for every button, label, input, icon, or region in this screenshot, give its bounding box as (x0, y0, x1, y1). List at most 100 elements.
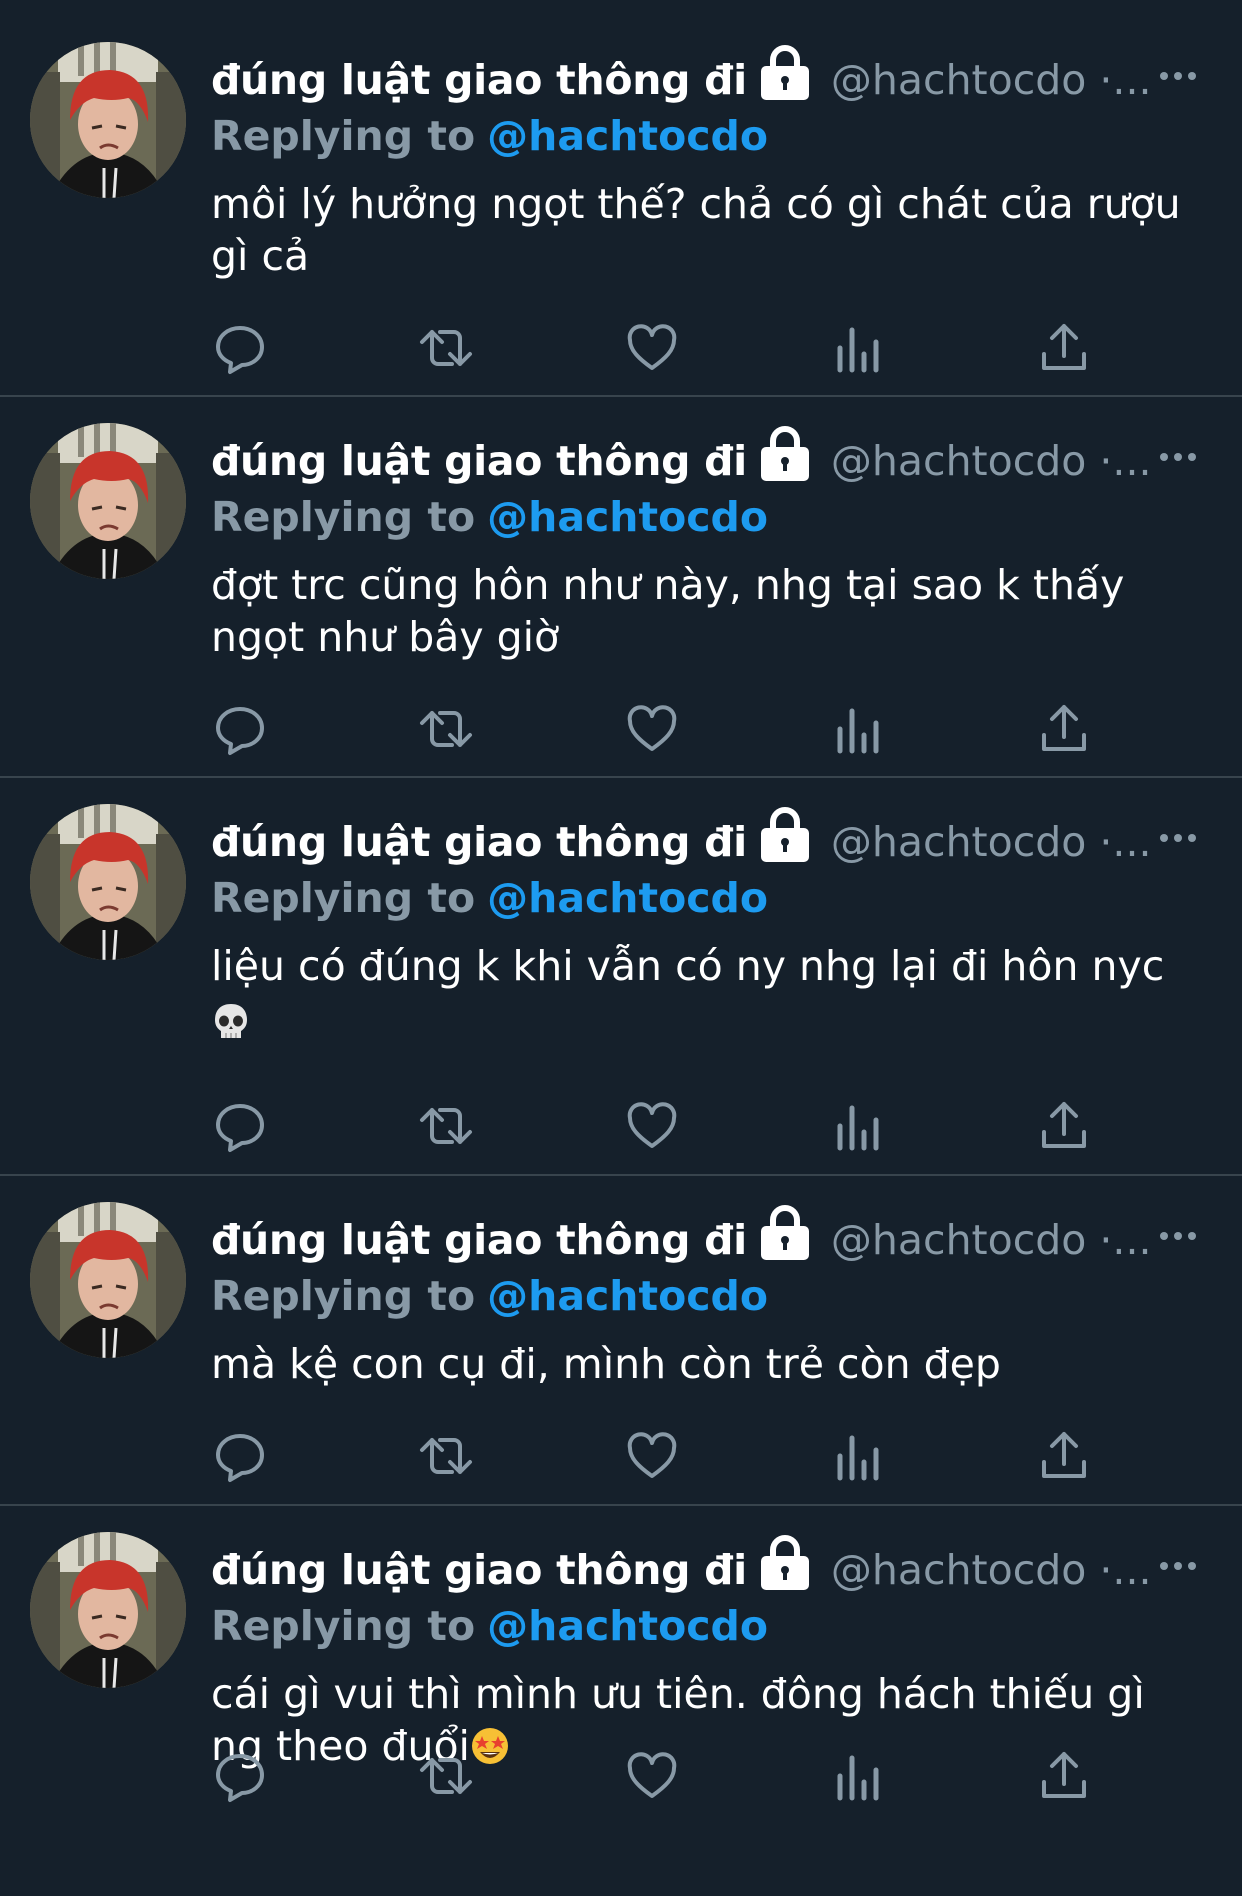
tweet-header: đúng luật giao thông đi @hachtocdo ·... (211, 1205, 1222, 1270)
analytics-button[interactable] (830, 1748, 886, 1804)
replying-to-label: Replying to (211, 874, 476, 922)
skull-emoji (211, 1002, 251, 1042)
more-icon[interactable] (1158, 1230, 1198, 1242)
display-name[interactable]: đúng luật giao thông đi (211, 56, 747, 104)
share-button[interactable] (1036, 1098, 1092, 1154)
heart-icon (627, 324, 677, 370)
heart-icon (627, 705, 677, 751)
reply-button[interactable] (212, 1748, 268, 1804)
retweet-button[interactable] (418, 1428, 474, 1484)
replying-to-handle[interactable]: @hachtocdo (487, 112, 768, 160)
lock-icon (757, 804, 813, 864)
tweet-text: đợt trc cũng hôn như này, nhg tại sao k … (211, 559, 1202, 663)
tweet-header: đúng luật giao thông đi @hachtocdo ·... (211, 45, 1222, 110)
analytics-button[interactable] (830, 1428, 886, 1484)
reply-button[interactable] (212, 320, 268, 376)
username-handle[interactable]: @hachtocdo ·... (831, 1546, 1152, 1594)
avatar[interactable] (30, 1532, 186, 1688)
tweet[interactable]: đúng luật giao thông đi @hachtocdo ·... … (0, 397, 1242, 778)
username-handle[interactable]: @hachtocdo ·... (831, 437, 1152, 485)
reply-button[interactable] (212, 1098, 268, 1154)
heart-icon (627, 1752, 677, 1798)
reply-icon (216, 326, 264, 374)
analytics-button[interactable] (830, 1098, 886, 1154)
like-button[interactable] (624, 701, 680, 757)
tweet-text: liệu có đúng k khi vẫn có ny nhg lại đi … (211, 940, 1202, 1048)
retweet-button[interactable] (418, 1748, 474, 1804)
replying-to: Replying to @hachtocdo (211, 112, 768, 168)
more-icon[interactable] (1158, 832, 1198, 844)
lock-icon (757, 1532, 813, 1592)
display-name[interactable]: đúng luật giao thông đi (211, 1546, 747, 1594)
like-button[interactable] (624, 1428, 680, 1484)
reply-icon (216, 1104, 264, 1152)
display-name[interactable]: đúng luật giao thông đi (211, 437, 747, 485)
reply-icon (216, 707, 264, 755)
tweet-header: đúng luật giao thông đi @hachtocdo ·... (211, 1535, 1222, 1600)
reply-button[interactable] (212, 1428, 268, 1484)
analytics-icon (837, 1435, 879, 1481)
retweet-icon (420, 1758, 472, 1794)
replying-to: Replying to @hachtocdo (211, 874, 768, 930)
avatar[interactable] (30, 1202, 186, 1358)
share-button[interactable] (1036, 320, 1092, 376)
share-icon (1042, 1102, 1086, 1148)
retweet-icon (420, 1438, 472, 1474)
replying-to-label: Replying to (211, 112, 476, 160)
replying-to-label: Replying to (211, 493, 476, 541)
replying-to-handle[interactable]: @hachtocdo (487, 1272, 768, 1320)
reply-icon (216, 1754, 264, 1802)
retweet-icon (420, 330, 472, 366)
analytics-button[interactable] (830, 701, 886, 757)
replying-to-handle[interactable]: @hachtocdo (487, 493, 768, 541)
tweet-actions (212, 701, 1092, 757)
like-button[interactable] (624, 1098, 680, 1154)
share-icon (1042, 324, 1086, 370)
like-button[interactable] (624, 1748, 680, 1804)
tweet[interactable]: đúng luật giao thông đi @hachtocdo ·... … (0, 1176, 1242, 1506)
analytics-icon (837, 708, 879, 754)
share-button[interactable] (1036, 1748, 1092, 1804)
analytics-icon (837, 327, 879, 373)
retweet-icon (420, 1108, 472, 1144)
reply-button[interactable] (212, 701, 268, 757)
more-icon[interactable] (1158, 1560, 1198, 1572)
reply-icon (216, 1434, 264, 1482)
share-icon (1042, 1752, 1086, 1798)
tweet-header: đúng luật giao thông đi @hachtocdo ·... (211, 426, 1222, 491)
replying-to-handle[interactable]: @hachtocdo (487, 874, 768, 922)
username-handle[interactable]: @hachtocdo ·... (831, 56, 1152, 104)
tweet-feed: đúng luật giao thông đi @hachtocdo ·... … (0, 0, 1242, 1896)
avatar[interactable] (30, 423, 186, 579)
tweet[interactable]: đúng luật giao thông đi @hachtocdo ·... … (0, 778, 1242, 1176)
display-name[interactable]: đúng luật giao thông đi (211, 1216, 747, 1264)
more-icon[interactable] (1158, 451, 1198, 463)
tweet-actions (212, 1748, 1092, 1804)
avatar[interactable] (30, 804, 186, 960)
tweet[interactable]: đúng luật giao thông đi @hachtocdo ·... … (0, 1506, 1242, 1896)
replying-to-handle[interactable]: @hachtocdo (487, 1602, 768, 1650)
analytics-icon (837, 1105, 879, 1151)
retweet-button[interactable] (418, 1098, 474, 1154)
retweet-button[interactable] (418, 320, 474, 376)
replying-to: Replying to @hachtocdo (211, 1602, 768, 1658)
share-button[interactable] (1036, 701, 1092, 757)
retweet-button[interactable] (418, 701, 474, 757)
username-handle[interactable]: @hachtocdo ·... (831, 818, 1152, 866)
display-name[interactable]: đúng luật giao thông đi (211, 818, 747, 866)
heart-icon (627, 1102, 677, 1148)
tweet-text-body: môi lý hưởng ngọt thế? chả có gì chát củ… (211, 180, 1181, 280)
more-icon[interactable] (1158, 70, 1198, 82)
tweet-actions (212, 320, 1092, 376)
tweet-text: môi lý hưởng ngọt thế? chả có gì chát củ… (211, 178, 1202, 282)
username-handle[interactable]: @hachtocdo ·... (831, 1216, 1152, 1264)
share-button[interactable] (1036, 1428, 1092, 1484)
tweet-text-body: đợt trc cũng hôn như này, nhg tại sao k … (211, 561, 1125, 661)
analytics-button[interactable] (830, 320, 886, 376)
heart-icon (627, 1432, 677, 1478)
like-button[interactable] (624, 320, 680, 376)
lock-icon (757, 42, 813, 102)
tweet[interactable]: đúng luật giao thông đi @hachtocdo ·... … (0, 0, 1242, 397)
replying-to: Replying to @hachtocdo (211, 1272, 768, 1328)
avatar[interactable] (30, 42, 186, 198)
